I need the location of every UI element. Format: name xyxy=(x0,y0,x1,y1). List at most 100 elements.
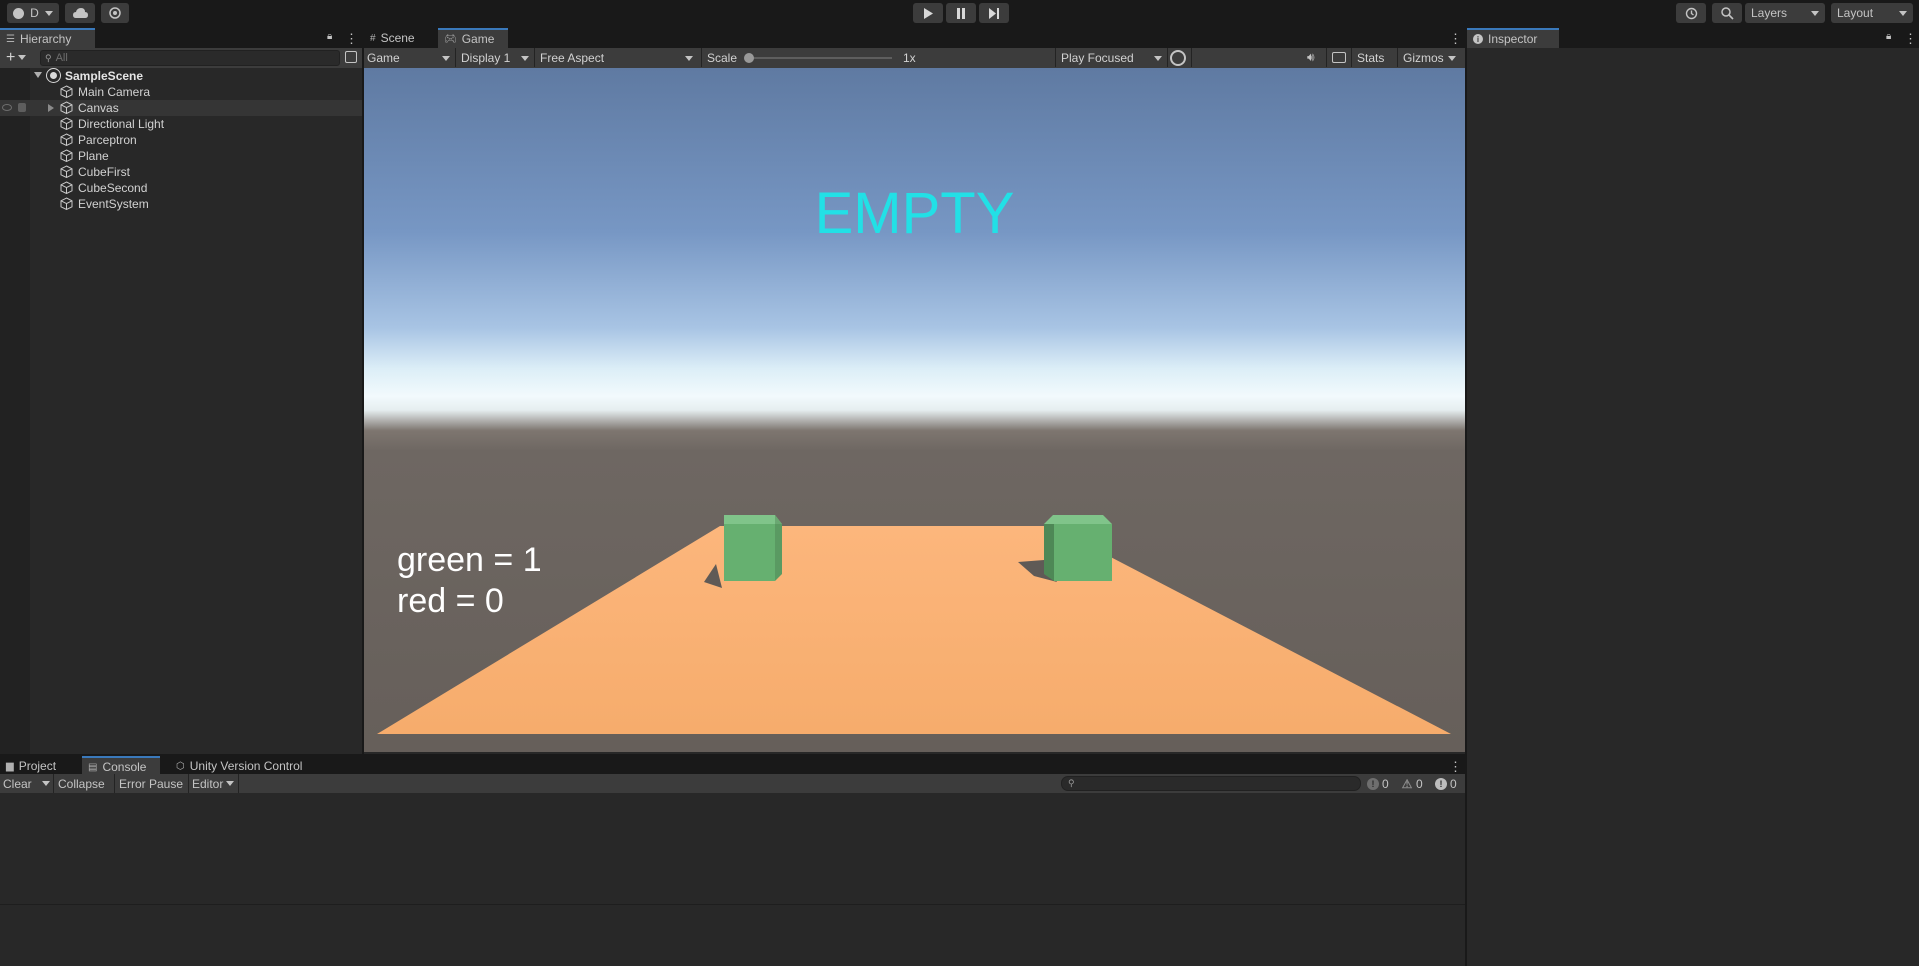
step-button[interactable] xyxy=(979,3,1009,23)
clear-button[interactable]: Clear xyxy=(0,774,54,793)
tab-label: Scene xyxy=(380,31,415,45)
search-button[interactable] xyxy=(1712,3,1742,23)
unity-scene-icon xyxy=(46,68,61,83)
pause-button[interactable] xyxy=(946,3,976,23)
history-icon xyxy=(1685,7,1697,19)
hierarchy-item[interactable]: Parceptron xyxy=(0,132,362,148)
view-mode-label: Game xyxy=(367,50,400,65)
hierarchy-item-label: Plane xyxy=(78,149,109,163)
game-view-viewport[interactable]: EMPTY green = 1 red = 0 xyxy=(364,68,1465,752)
gameobject-cube-icon xyxy=(60,133,73,146)
tab-label: Console xyxy=(102,760,147,774)
scale-slider-track[interactable] xyxy=(748,57,892,59)
gameobject-cube-icon xyxy=(60,101,73,114)
services-button[interactable] xyxy=(101,3,129,23)
gizmos-label: Gizmos xyxy=(1403,50,1444,65)
hierarchy-item[interactable]: EventSystem xyxy=(0,196,362,212)
chevron-down-icon xyxy=(1448,56,1456,61)
log-count-toggle[interactable]: ! 0 xyxy=(1367,775,1389,792)
hierarchy-item[interactable]: Canvas xyxy=(0,100,362,116)
gameobject-cube-icon xyxy=(60,181,73,194)
hierarchy-item[interactable]: CubeFirst xyxy=(0,164,362,180)
info-icon: i xyxy=(1473,34,1483,44)
tab-hierarchy[interactable]: ☰ Hierarchy xyxy=(0,28,95,48)
tab-console[interactable]: ▤ Console xyxy=(82,756,160,776)
hierarchy-toolbar: + ⚲ All xyxy=(0,48,362,68)
clear-label: Clear xyxy=(3,776,32,791)
red-count-label: red = 0 xyxy=(397,582,504,620)
hierarchy-item[interactable]: Main Camera xyxy=(0,84,362,100)
more-options-icon[interactable]: ⋮ xyxy=(345,32,358,45)
bug-icon[interactable] xyxy=(1170,50,1186,66)
gamepad-icon: 🎮︎ xyxy=(444,33,457,45)
pause-icon xyxy=(957,7,965,19)
play-button[interactable] xyxy=(913,3,943,23)
console-icon: ▤ xyxy=(88,761,98,773)
tab-version-control[interactable]: ⬡ Unity Version Control xyxy=(170,756,330,776)
hierarchy-item[interactable]: Directional Light xyxy=(0,116,362,132)
center-tabstrip: # Scene 🎮︎ Game ⋮ xyxy=(364,28,1465,48)
tab-inspector[interactable]: i Inspector xyxy=(1467,28,1559,48)
hierarchy-search-input[interactable]: ⚲ All xyxy=(40,50,340,66)
search-placeholder: All xyxy=(55,52,68,64)
collapse-button[interactable]: Collapse xyxy=(55,774,115,793)
expand-arrow-icon[interactable] xyxy=(48,104,54,112)
chevron-down-icon xyxy=(442,56,450,61)
console-divider xyxy=(0,904,1465,905)
pickable-hand-icon[interactable] xyxy=(18,103,26,112)
log-count: 0 xyxy=(1382,776,1389,791)
more-options-icon[interactable]: ⋮ xyxy=(1904,32,1917,45)
aspect-dropdown[interactable]: Free Aspect xyxy=(537,48,697,67)
audio-icon[interactable]: 🔊︎ xyxy=(1307,50,1315,65)
scene-row[interactable]: SampleScene xyxy=(0,68,362,84)
play-mode-dropdown[interactable]: Play Focused xyxy=(1058,48,1166,67)
hierarchy-item-label: CubeFirst xyxy=(78,165,131,179)
lock-icon[interactable]: 🔒︎ xyxy=(327,31,332,42)
gizmos-dropdown[interactable]: Gizmos xyxy=(1400,48,1460,67)
warning-count-toggle[interactable]: ⚠ 0 xyxy=(1401,775,1423,792)
account-dropdown[interactable]: D xyxy=(7,3,59,23)
editor-label: Editor xyxy=(192,776,224,791)
hierarchy-item[interactable]: Plane xyxy=(0,148,362,164)
stats-button[interactable]: Stats xyxy=(1354,48,1392,67)
error-icon: ! xyxy=(1435,777,1447,790)
chevron-down-icon xyxy=(44,10,53,16)
hierarchy-item-label: EventSystem xyxy=(78,197,149,211)
aspect-label: Free Aspect xyxy=(540,50,605,65)
play-icon xyxy=(924,7,933,19)
layers-dropdown[interactable]: Layers xyxy=(1745,3,1825,23)
cloud-button[interactable] xyxy=(65,3,95,23)
tab-scene[interactable]: # Scene xyxy=(364,28,438,48)
gameobject-cube-icon xyxy=(60,117,73,130)
inspector-tabstrip: i Inspector 🔒︎ ⋮ xyxy=(1467,28,1919,48)
main-toolbar: D Layers Layout xyxy=(0,0,1919,27)
keyboard-icon[interactable] xyxy=(1332,52,1346,63)
scene-search-icon[interactable] xyxy=(345,51,357,63)
lock-icon[interactable]: 🔒︎ xyxy=(1886,31,1891,42)
account-label: D xyxy=(30,6,39,20)
console-search-input[interactable]: ⚲ xyxy=(1061,776,1361,791)
inspector-panel: i Inspector 🔒︎ ⋮ xyxy=(1467,28,1919,966)
display-dropdown[interactable]: Display 1 xyxy=(458,48,533,67)
history-button[interactable] xyxy=(1676,3,1706,23)
editor-dropdown[interactable]: Editor xyxy=(189,774,239,793)
layout-dropdown[interactable]: Layout xyxy=(1831,3,1913,23)
add-button[interactable]: + xyxy=(6,49,27,67)
visibility-eye-icon[interactable] xyxy=(2,104,12,111)
tab-project[interactable]: ▆ Project xyxy=(0,756,82,776)
cloud-icon xyxy=(72,8,88,18)
more-options-icon[interactable]: ⋮ xyxy=(1449,32,1462,45)
tab-game[interactable]: 🎮︎ Game xyxy=(438,28,508,48)
green-count-label: green = 1 xyxy=(397,541,542,579)
error-count: 0 xyxy=(1450,776,1457,791)
gameobject-cube-icon xyxy=(60,165,73,178)
grid-icon: # xyxy=(370,32,376,44)
more-options-icon[interactable]: ⋮ xyxy=(1449,760,1462,773)
error-count-toggle[interactable]: ! 0 xyxy=(1435,775,1457,792)
view-mode-dropdown[interactable]: Game xyxy=(364,48,454,67)
scale-slider-thumb[interactable] xyxy=(744,53,754,63)
error-pause-button[interactable]: Error Pause xyxy=(116,774,189,793)
hierarchy-item[interactable]: CubeSecond xyxy=(0,180,362,196)
tab-label: Project xyxy=(18,759,57,773)
search-icon: ⚲ xyxy=(1068,778,1075,788)
